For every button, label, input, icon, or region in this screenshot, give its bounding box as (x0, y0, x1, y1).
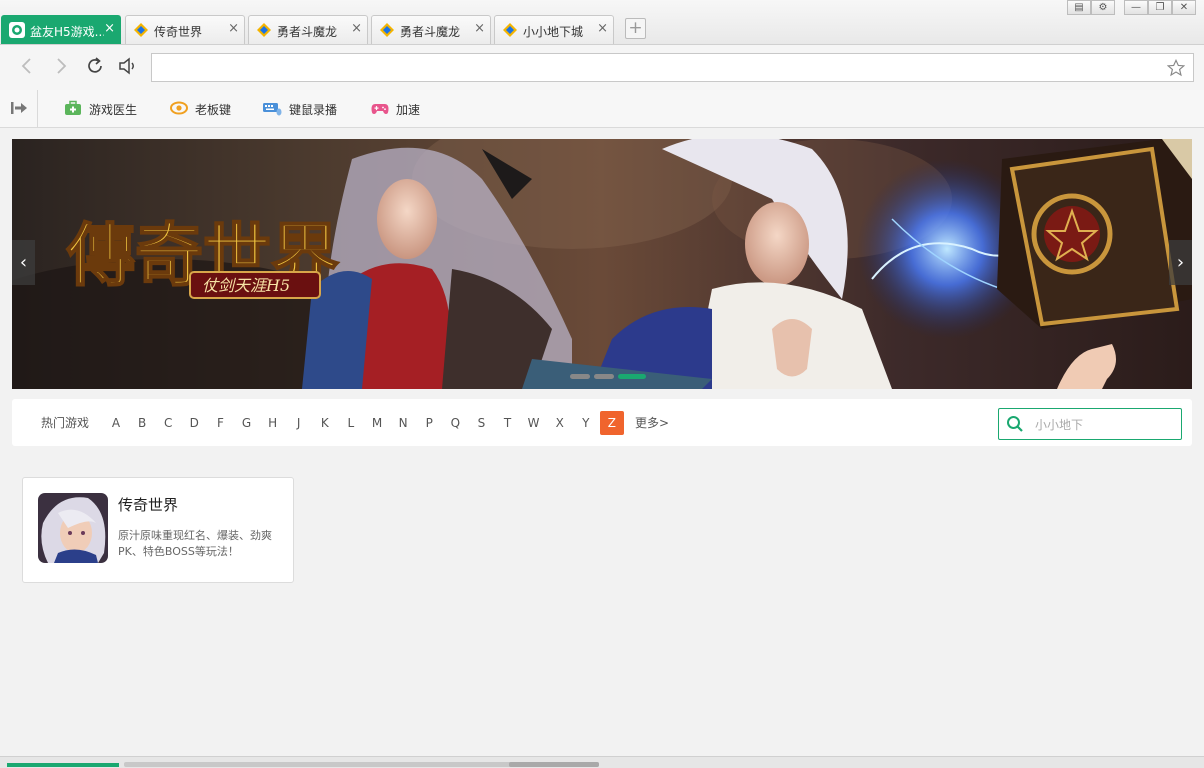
banner-logo-subtitle: 仗剑天涯H5 (202, 276, 290, 295)
filter-letter-x[interactable]: X (548, 411, 572, 435)
tab-2[interactable]: 传奇世界 × (125, 15, 245, 44)
filter-letter-q[interactable]: Q (443, 411, 467, 435)
tab-label: 盆友H5游戏... (30, 25, 104, 39)
filter-letter-f[interactable]: F (208, 411, 232, 435)
filter-letter-m[interactable]: M (365, 411, 389, 435)
banner-artwork: 傳奇世界 仗剑天涯H5 (12, 139, 1192, 389)
toolbar: 游戏医生 老板键 键鼠录播 加速 (0, 90, 1204, 128)
search-icon[interactable] (1006, 415, 1024, 433)
tab-1[interactable]: 盆友H5游戏... × (1, 15, 121, 44)
letter-filter-bar: 热门游戏 ABCDFGHJKLMNPQSTWXYZ 更多> (12, 399, 1192, 446)
filter-letter-z[interactable]: Z (599, 411, 624, 435)
filter-letter-y[interactable]: Y (574, 411, 598, 435)
gamepad-icon (371, 104, 389, 114)
maximize-button[interactable]: ❐ (1148, 0, 1172, 15)
sidebar-toggle[interactable] (0, 90, 38, 127)
scrollbar-thumb[interactable] (509, 762, 599, 767)
tab-label: 小小地下城 (523, 25, 584, 39)
app-logo-icon (9, 22, 25, 38)
sidebar-toggle-icon (11, 102, 27, 114)
filter-letter-t[interactable]: T (496, 411, 520, 435)
close-icon[interactable]: × (228, 22, 239, 36)
filter-letter-k[interactable]: K (313, 411, 337, 435)
refresh-icon[interactable] (84, 55, 106, 77)
filter-more[interactable]: 更多> (632, 411, 672, 435)
game-avatar[interactable] (38, 493, 108, 563)
game-banner[interactable]: 傳奇世界 仗剑天涯H5 ‹ › (12, 139, 1192, 389)
new-tab-button[interactable]: + (625, 18, 646, 39)
filter-letter-d[interactable]: D (182, 411, 206, 435)
search-input[interactable] (1033, 414, 1177, 436)
filter-letter-c[interactable]: C (156, 411, 180, 435)
toolbar-label: 加速 (396, 103, 421, 117)
game-search[interactable] (998, 408, 1182, 440)
game-site-icon (503, 23, 517, 37)
filter-letter-h[interactable]: H (261, 411, 285, 435)
filter-letter-b[interactable]: B (130, 411, 154, 435)
progress-indicator (7, 763, 119, 767)
minimize-button[interactable]: — (1124, 0, 1148, 15)
filter-letter-j[interactable]: J (287, 411, 311, 435)
banner-prev-button[interactable]: ‹ (12, 240, 35, 285)
filter-letter-l[interactable]: L (339, 411, 363, 435)
game-card[interactable]: 传奇世界 原汁原味重现红名、爆装、劲爽PK、特色BOSS等玩法！ (22, 477, 294, 583)
game-site-icon (134, 23, 148, 37)
navigation-bar (0, 44, 1204, 91)
tab-label: 传奇世界 (154, 25, 203, 39)
banner-next-button[interactable]: › (1169, 240, 1192, 285)
tab-label: 勇者斗魔龙 (277, 25, 338, 39)
filter-letter-n[interactable]: N (391, 411, 415, 435)
horizontal-scrollbar[interactable] (124, 762, 599, 767)
menu-button[interactable]: ▤ (1067, 0, 1091, 15)
banner-dot[interactable] (594, 374, 614, 379)
tab-3[interactable]: 勇者斗魔龙 × (248, 15, 368, 44)
close-icon[interactable]: × (474, 22, 485, 36)
url-input[interactable] (152, 54, 1168, 81)
game-site-icon (380, 23, 394, 37)
keyboard-mouse-icon (263, 103, 282, 116)
banner-dot[interactable] (570, 374, 590, 379)
filter-letter-w[interactable]: W (522, 411, 546, 435)
banner-pagination (570, 374, 646, 379)
forward-icon[interactable] (50, 55, 72, 77)
sound-icon[interactable] (117, 55, 139, 77)
bookmark-star-icon[interactable] (1167, 59, 1185, 77)
filter-hot-games[interactable]: 热门游戏 (40, 411, 90, 435)
game-description: 原汁原味重现红名、爆装、劲爽PK、特色BOSS等玩法！ (118, 529, 272, 558)
filter-letter-s[interactable]: S (469, 411, 493, 435)
toolbar-label: 老板键 (195, 103, 232, 117)
close-icon[interactable]: × (351, 22, 362, 36)
filter-letter-a[interactable]: A (104, 411, 128, 435)
first-aid-kit-icon (65, 100, 81, 115)
address-bar[interactable] (151, 53, 1194, 82)
toolbar-label: 键鼠录播 (289, 103, 338, 117)
filter-letter-p[interactable]: P (417, 411, 441, 435)
eye-icon (170, 101, 188, 115)
tab-label: 勇者斗魔龙 (400, 25, 461, 39)
toolbar-label: 游戏医生 (89, 103, 138, 117)
close-icon[interactable]: × (597, 22, 608, 36)
tab-strip: 盆友H5游戏... × 传奇世界 × 勇者斗魔龙 × 勇者斗魔龙 × 小小地下城… (0, 0, 1204, 45)
banner-dot[interactable] (618, 374, 646, 379)
game-title[interactable]: 传奇世界 (118, 494, 178, 515)
close-window-button[interactable]: ✕ (1172, 0, 1196, 15)
back-icon[interactable] (16, 55, 38, 77)
game-site-icon (257, 23, 271, 37)
tab-4[interactable]: 勇者斗魔龙 × (371, 15, 491, 44)
filter-letter-g[interactable]: G (235, 411, 259, 435)
close-icon[interactable]: × (104, 22, 115, 36)
tab-5[interactable]: 小小地下城 × (494, 15, 614, 44)
settings-button[interactable]: ⚙ (1091, 0, 1115, 15)
